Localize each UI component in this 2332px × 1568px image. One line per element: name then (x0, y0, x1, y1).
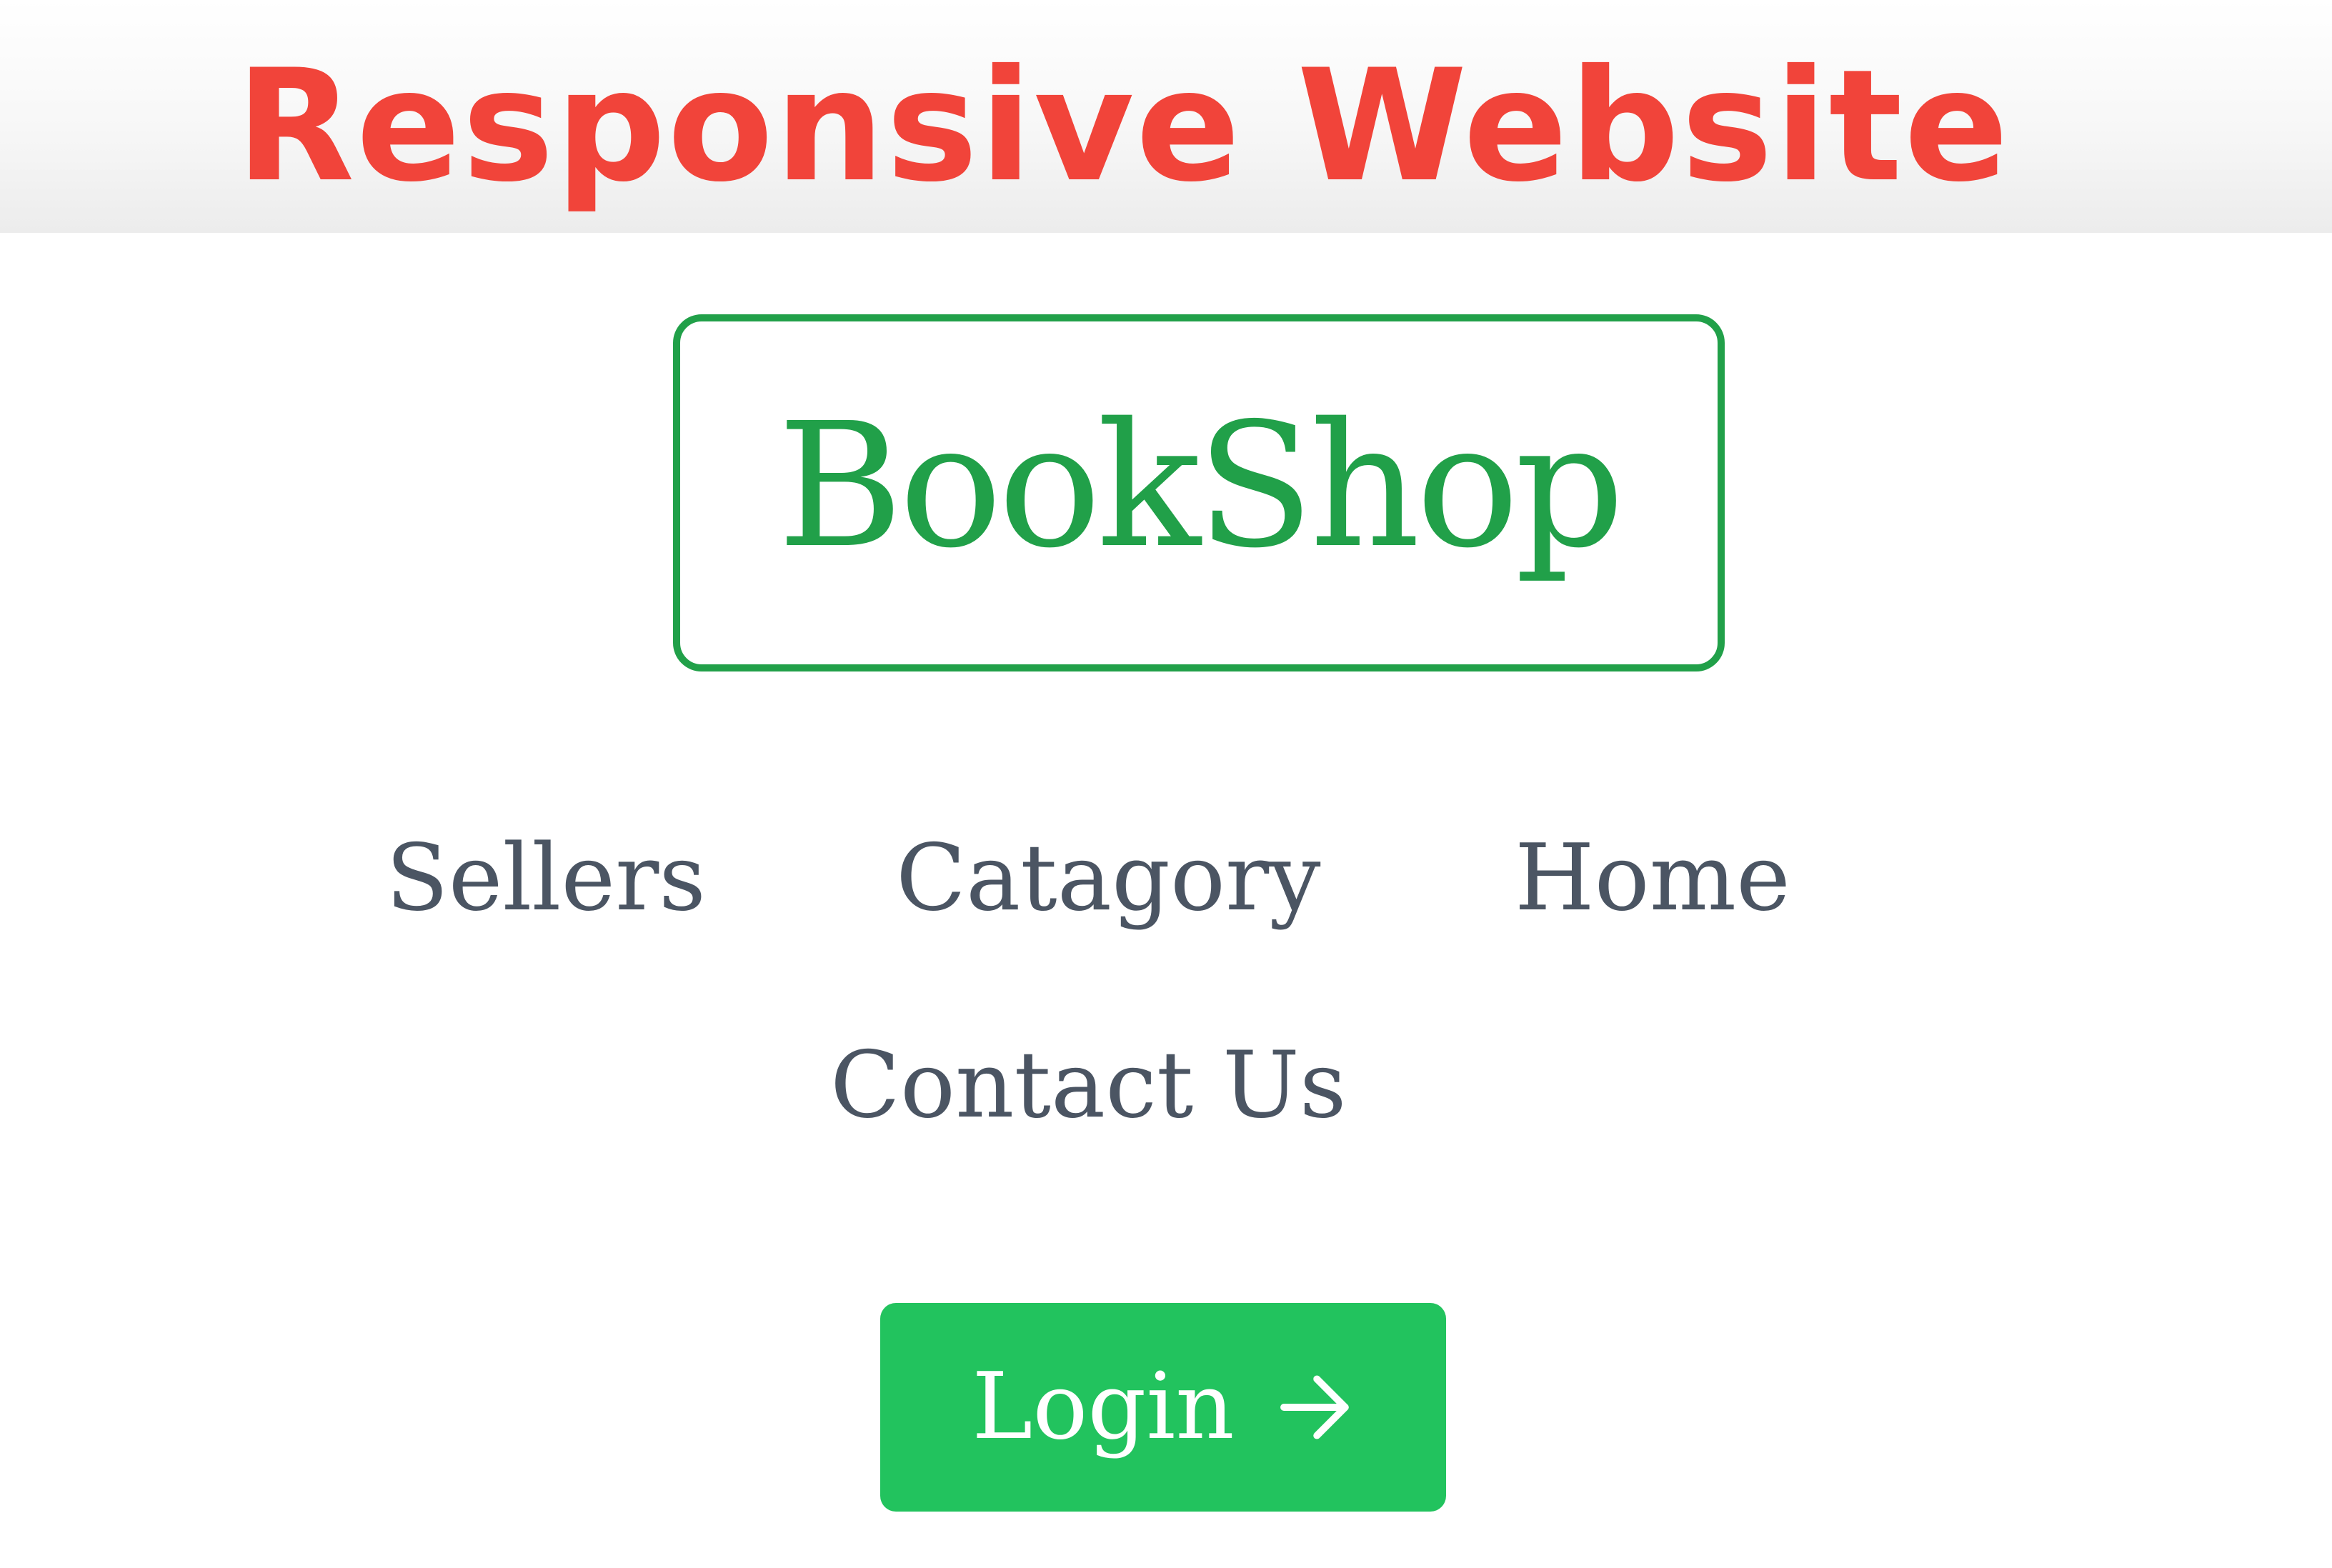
bookshop-logo[interactable]: BookShop (673, 314, 1725, 671)
login-button[interactable]: Login (880, 1303, 1446, 1512)
logo-text: BookShop (777, 386, 1625, 586)
page: Responsive Website BookShop Sellers Cata… (0, 0, 2332, 1568)
title-banner: Responsive Website (0, 0, 2332, 233)
nav-link-contact-us[interactable]: Contact Us (830, 1040, 1347, 1132)
nav-link-catagory[interactable]: Catagory (896, 833, 1321, 924)
banner-title: Responsive Website (236, 36, 2010, 216)
nav-link-sellers[interactable]: Sellers (386, 833, 706, 924)
login-label: Login (972, 1354, 1235, 1460)
nav-link-home[interactable]: Home (1515, 833, 1790, 924)
arrow-right-icon (1280, 1375, 1349, 1439)
